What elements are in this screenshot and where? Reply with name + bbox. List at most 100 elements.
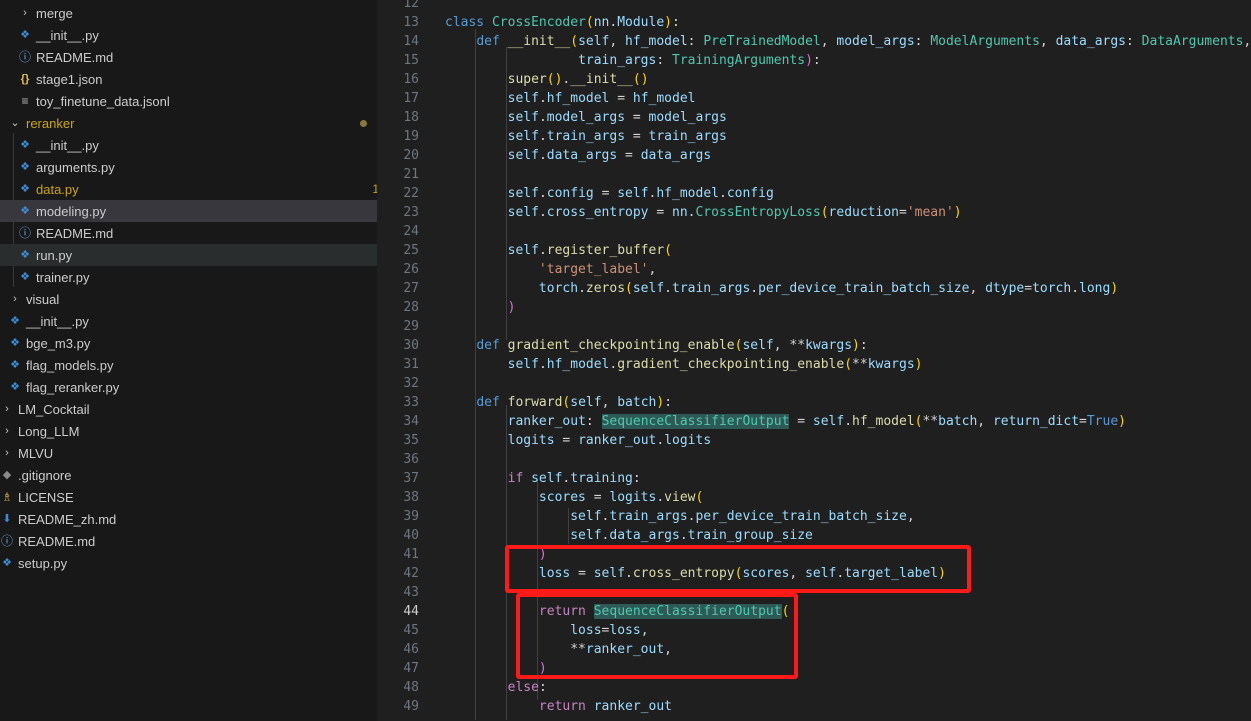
file-flag-reranker-py[interactable]: ❖ flag_reranker.py <box>0 376 377 398</box>
code-text: self.hf_model = hf_model <box>507 91 696 106</box>
file-gitignore[interactable]: ◆ .gitignore <box>0 464 377 486</box>
code-text: logits = ranker_out.logits <box>507 433 712 448</box>
line-number: 40 <box>403 528 419 543</box>
line-number: 26 <box>403 262 419 277</box>
code-line[interactable]: 23 self.cross_entropy = nn.CrossEntropyL… <box>377 203 1251 222</box>
tree-item-label: flag_reranker.py <box>26 379 120 395</box>
python-file-icon: ❖ <box>20 29 30 41</box>
python-file-icon: ❖ <box>10 315 20 327</box>
code-line[interactable]: 25 self.register_buffer( <box>377 241 1251 260</box>
line-number: 21 <box>403 167 419 182</box>
code-line[interactable]: 17 self.hf_model = hf_model <box>377 89 1251 108</box>
code-line[interactable]: 35 logits = ranker_out.logits <box>377 431 1251 450</box>
code-line[interactable]: 44 return SequenceClassifierOutput( <box>377 602 1251 621</box>
folder-reranker[interactable]: ⌄ reranker <box>0 112 377 134</box>
folder-visual[interactable]: › visual <box>0 288 377 310</box>
folder-long-llm[interactable]: › Long_LLM <box>0 420 377 442</box>
file-toy-finetune-data-jsonl[interactable]: ≡ toy_finetune_data.jsonl <box>0 90 377 112</box>
chevron-right-icon: › <box>5 403 9 415</box>
code-text: 'target_label', <box>538 262 657 277</box>
file-modeling-py[interactable]: ❖ modeling.py <box>0 200 377 222</box>
code-line[interactable]: 39 self.train_args.per_device_train_batc… <box>377 507 1251 526</box>
file-arguments-py[interactable]: ❖ arguments.py <box>0 156 377 178</box>
tree-item-label: README_zh.md <box>18 511 117 527</box>
file-stage1-json[interactable]: {} stage1.json <box>0 68 377 90</box>
code-line[interactable]: 46 **ranker_out, <box>377 640 1251 659</box>
tree-item-label: MLVU <box>18 445 54 461</box>
file-readme-zh-md[interactable]: ⬇ README_zh.md <box>0 508 377 530</box>
file-readme-md[interactable]: ⓘ README.md <box>0 530 377 552</box>
code-line[interactable]: 12 <box>377 0 1251 13</box>
code-line[interactable]: 34 ranker_out: SequenceClassifierOutput … <box>377 412 1251 431</box>
code-line[interactable]: 31 self.hf_model.gradient_checkpointing_… <box>377 355 1251 374</box>
file-run-py[interactable]: ❖ run.py <box>0 244 377 266</box>
code-line[interactable]: 45 loss=loss, <box>377 621 1251 640</box>
code-line[interactable]: 13 class CrossEncoder(nn.Module): <box>377 13 1251 32</box>
folder-mlvu[interactable]: › MLVU <box>0 442 377 464</box>
code-line[interactable]: 38 scores = logits.view( <box>377 488 1251 507</box>
code-text: self.train_args = train_args <box>507 129 727 144</box>
code-line[interactable]: 37 if self.training: <box>377 469 1251 488</box>
python-file-icon: ❖ <box>2 557 12 569</box>
code-line[interactable]: 30 def gradient_checkpointing_enable(sel… <box>377 336 1251 355</box>
code-editor[interactable]: 12 13 class CrossEncoder(nn.Module): 14 def… <box>377 0 1251 721</box>
folder-lm-cocktail[interactable]: › LM_Cocktail <box>0 398 377 420</box>
code-line[interactable]: 16 super().__init__() <box>377 70 1251 89</box>
tree-item-label: LICENSE <box>18 489 74 505</box>
tree-item-label: toy_finetune_data.jsonl <box>36 93 170 109</box>
tree-item-label: reranker <box>26 115 75 131</box>
code-line[interactable]: 22 self.config = self.hf_model.config <box>377 184 1251 203</box>
tree-item-label: bge_m3.py <box>26 335 91 351</box>
code-line[interactable]: 18 self.model_args = model_args <box>377 108 1251 127</box>
file-license[interactable]: ♗ LICENSE <box>0 486 377 508</box>
code-line[interactable]: 20 self.data_args = data_args <box>377 146 1251 165</box>
code-line[interactable]: 27 torch.zeros(self.train_args.per_devic… <box>377 279 1251 298</box>
tree-item-label: visual <box>26 291 60 307</box>
line-number: 22 <box>403 186 419 201</box>
line-number: 17 <box>403 91 419 106</box>
tree-item-label: flag_models.py <box>26 357 114 373</box>
tree-item-label: setup.py <box>18 555 68 571</box>
file-readme-md[interactable]: ⓘ README.md <box>0 222 377 244</box>
code-line[interactable]: 40 self.data_args.train_group_size <box>377 526 1251 545</box>
file-data-py[interactable]: ❖ data.py 1 <box>0 178 377 200</box>
code-line[interactable]: 15 train_args: TrainingArguments): <box>377 51 1251 70</box>
code-text: self.cross_entropy = nn.CrossEntropyLoss… <box>507 205 962 220</box>
code-text: self.train_args.per_device_train_batch_s… <box>570 509 915 524</box>
code-line[interactable]: 28 ) <box>377 298 1251 317</box>
code-line[interactable]: 29 <box>377 317 1251 336</box>
file-bge-m3-py[interactable]: ❖ bge_m3.py <box>0 332 377 354</box>
code-line[interactable]: 19 self.train_args = train_args <box>377 127 1251 146</box>
line-number: 47 <box>403 661 419 676</box>
code-line[interactable]: 36 <box>377 450 1251 469</box>
code-line[interactable]: 26 'target_label', <box>377 260 1251 279</box>
info-icon: ⓘ <box>0 534 13 548</box>
code-line[interactable]: 48 else: <box>377 678 1251 697</box>
line-number: 13 <box>403 15 419 30</box>
info-icon: ⓘ <box>18 50 31 64</box>
code-line[interactable]: 21 <box>377 165 1251 184</box>
file-init-py[interactable]: ❖ __init__.py <box>0 134 377 156</box>
code-text: train_args: TrainingArguments): <box>578 53 821 68</box>
python-file-icon: ❖ <box>20 271 30 283</box>
code-line[interactable]: 47 ) <box>377 659 1251 678</box>
code-line[interactable]: 24 <box>377 222 1251 241</box>
tree-item-label: arguments.py <box>36 159 115 175</box>
line-number: 39 <box>403 509 419 524</box>
code-line[interactable]: 49 return ranker_out <box>377 697 1251 716</box>
line-number: 28 <box>403 300 419 315</box>
code-line[interactable]: 33 def forward(self, batch): <box>377 393 1251 412</box>
line-number: 14 <box>403 34 419 49</box>
code-line[interactable]: 14 def __init__(self, hf_model: PreTrain… <box>377 32 1251 51</box>
file-trainer-py[interactable]: ❖ trainer.py <box>0 266 377 288</box>
file-readme-md[interactable]: ⓘ README.md <box>0 46 377 68</box>
file-setup-py[interactable]: ❖ setup.py <box>0 552 377 574</box>
python-file-icon: ❖ <box>20 205 30 217</box>
file-init-py[interactable]: ❖ __init__.py <box>0 24 377 46</box>
file-init-py[interactable]: ❖ __init__.py <box>0 310 377 332</box>
code-text: torch.zeros(self.train_args.per_device_t… <box>538 281 1119 296</box>
file-flag-models-py[interactable]: ❖ flag_models.py <box>0 354 377 376</box>
tree-item-label: __init__.py <box>26 313 89 329</box>
folder-merge[interactable]: › merge <box>0 2 377 24</box>
code-line[interactable]: 32 <box>377 374 1251 393</box>
